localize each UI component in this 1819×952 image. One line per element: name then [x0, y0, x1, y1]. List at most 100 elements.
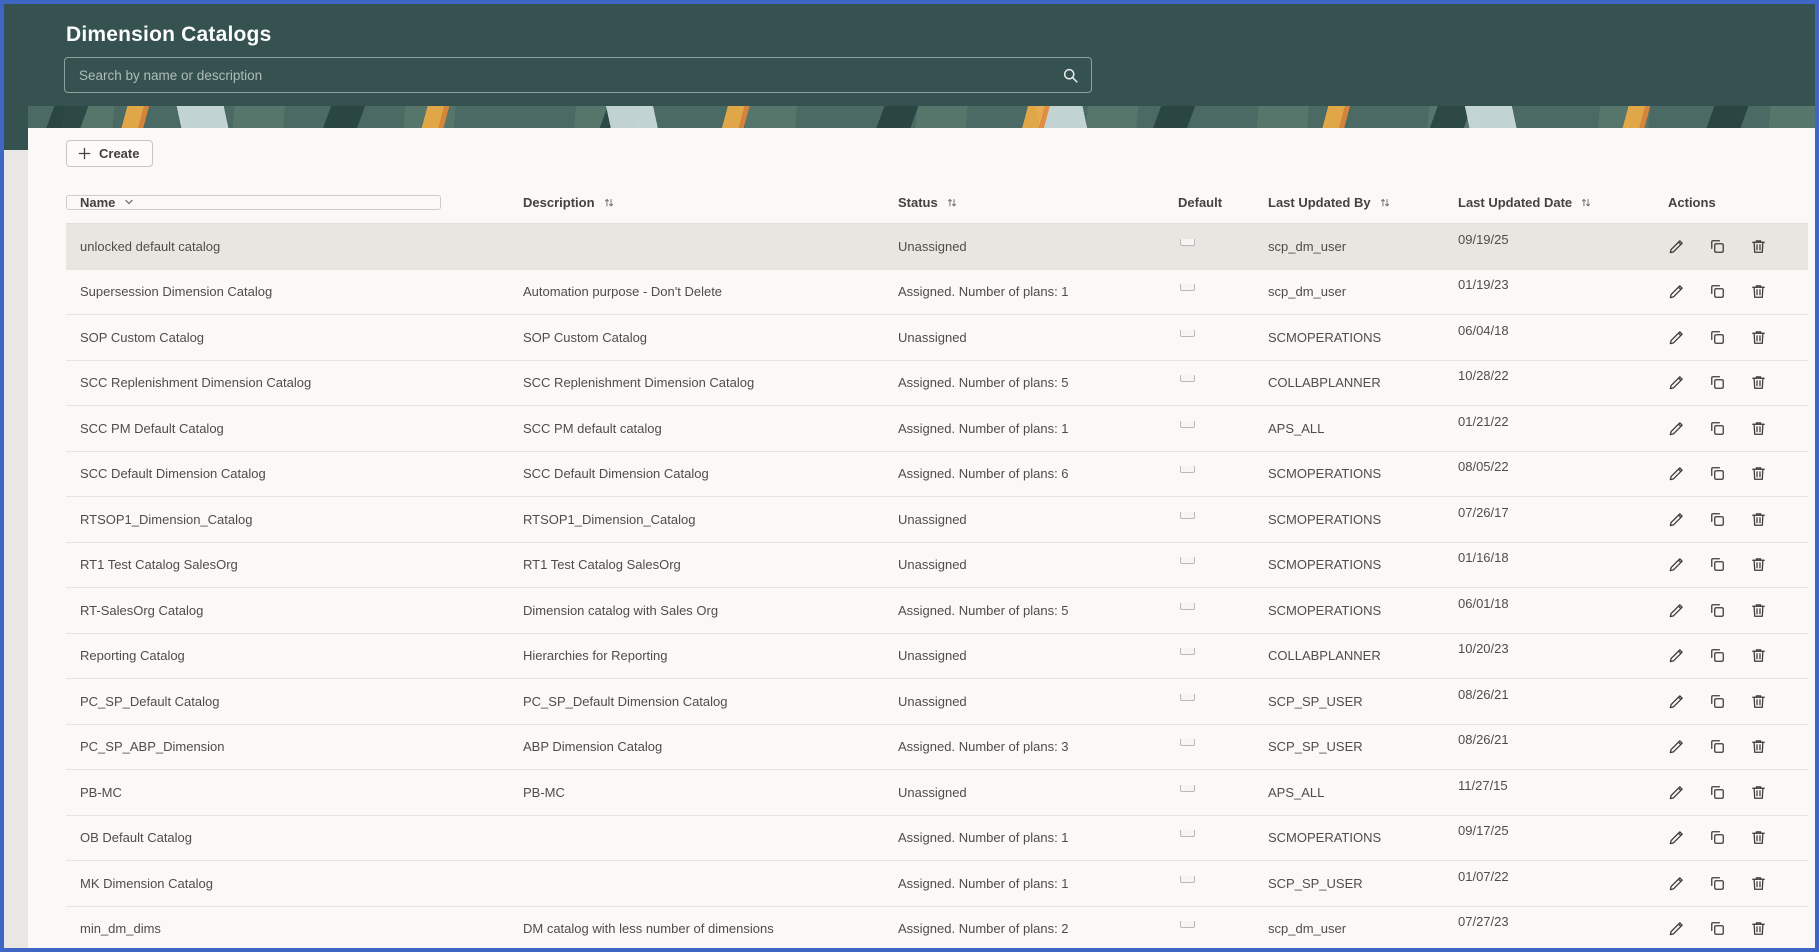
cell-name[interactable]: min_dm_dims — [66, 921, 509, 936]
duplicate-button[interactable] — [1709, 328, 1726, 346]
delete-button[interactable] — [1750, 465, 1767, 483]
cell-name[interactable]: Supersession Dimension Catalog — [66, 284, 509, 299]
default-checkbox[interactable] — [1180, 648, 1195, 656]
duplicate-button[interactable] — [1709, 692, 1726, 710]
cell-name[interactable]: PB-MC — [66, 785, 509, 800]
cell-name[interactable]: Reporting Catalog — [66, 648, 509, 663]
column-header-last-updated-date[interactable]: Last Updated Date — [1444, 195, 1654, 210]
default-checkbox[interactable] — [1180, 284, 1195, 292]
edit-button[interactable] — [1668, 510, 1685, 528]
default-checkbox[interactable] — [1180, 511, 1195, 519]
duplicate-button[interactable] — [1709, 647, 1726, 665]
cell-name[interactable]: RTSOP1_Dimension_Catalog — [66, 512, 509, 527]
table-row[interactable]: RT1 Test Catalog SalesOrg RT1 Test Catal… — [66, 541, 1808, 588]
sort-descending-icon[interactable] — [123, 196, 135, 208]
duplicate-button[interactable] — [1709, 237, 1726, 255]
edit-button[interactable] — [1668, 647, 1685, 665]
delete-button[interactable] — [1750, 692, 1767, 710]
default-checkbox[interactable] — [1180, 739, 1195, 747]
cell-name[interactable]: RT-SalesOrg Catalog — [66, 603, 509, 618]
column-header-name[interactable]: Name — [66, 194, 509, 210]
search-input[interactable] — [65, 67, 1062, 83]
edit-button[interactable] — [1668, 783, 1685, 801]
duplicate-button[interactable] — [1709, 419, 1726, 437]
default-checkbox[interactable] — [1180, 784, 1195, 792]
table-row[interactable]: SCC Default Dimension Catalog SCC Defaul… — [66, 450, 1808, 497]
table-row[interactable]: RTSOP1_Dimension_Catalog RTSOP1_Dimensio… — [66, 496, 1808, 542]
duplicate-button[interactable] — [1709, 874, 1726, 892]
cell-name[interactable]: MK Dimension Catalog — [66, 876, 509, 891]
cell-name[interactable]: SOP Custom Catalog — [66, 330, 509, 345]
delete-button[interactable] — [1750, 419, 1767, 437]
default-checkbox[interactable] — [1180, 921, 1195, 929]
delete-button[interactable] — [1750, 829, 1767, 847]
duplicate-button[interactable] — [1709, 283, 1726, 301]
default-checkbox[interactable] — [1180, 830, 1195, 838]
delete-button[interactable] — [1750, 510, 1767, 528]
delete-button[interactable] — [1750, 647, 1767, 665]
duplicate-button[interactable] — [1709, 783, 1726, 801]
delete-button[interactable] — [1750, 283, 1767, 301]
delete-button[interactable] — [1750, 601, 1767, 619]
default-checkbox[interactable] — [1180, 557, 1195, 565]
edit-button[interactable] — [1668, 328, 1685, 346]
delete-button[interactable] — [1750, 874, 1767, 892]
edit-button[interactable] — [1668, 374, 1685, 392]
table-row[interactable]: PC_SP_Default Catalog PC_SP_Default Dime… — [66, 678, 1808, 724]
delete-button[interactable] — [1750, 374, 1767, 392]
delete-button[interactable] — [1750, 783, 1767, 801]
column-header-description[interactable]: Description — [509, 195, 884, 210]
cell-name[interactable]: SCC Default Dimension Catalog — [66, 466, 509, 481]
cell-name[interactable]: PC_SP_Default Catalog — [66, 694, 509, 709]
delete-button[interactable] — [1750, 556, 1767, 574]
table-row[interactable]: MK Dimension Catalog Assigned. Number of… — [66, 860, 1808, 906]
edit-button[interactable] — [1668, 738, 1685, 756]
table-row[interactable]: unlocked default catalog Unassigned scp_… — [66, 223, 1808, 269]
default-checkbox[interactable] — [1180, 875, 1195, 883]
default-checkbox[interactable] — [1180, 602, 1195, 610]
table-row[interactable]: PB-MC PB-MC Unassigned APS_ALL 11/27/15 — [66, 769, 1808, 815]
column-header-last-updated-by[interactable]: Last Updated By — [1254, 195, 1444, 210]
table-row[interactable]: SCC Replenishment Dimension Catalog SCC … — [66, 359, 1808, 406]
edit-button[interactable] — [1668, 601, 1685, 619]
delete-button[interactable] — [1750, 920, 1767, 938]
cell-name[interactable]: RT1 Test Catalog SalesOrg — [66, 557, 509, 572]
default-checkbox[interactable] — [1180, 375, 1195, 383]
duplicate-button[interactable] — [1709, 829, 1726, 847]
column-header-status[interactable]: Status — [884, 195, 1164, 210]
delete-button[interactable] — [1750, 237, 1767, 255]
create-button[interactable]: Create — [66, 140, 154, 167]
delete-button[interactable] — [1750, 738, 1767, 756]
default-checkbox[interactable] — [1180, 693, 1195, 701]
search-icon[interactable] — [1062, 67, 1079, 84]
edit-button[interactable] — [1668, 283, 1685, 301]
edit-button[interactable] — [1668, 829, 1685, 847]
table-row[interactable]: Supersession Dimension Catalog Automatio… — [66, 268, 1808, 315]
sort-icon[interactable] — [946, 196, 958, 209]
edit-button[interactable] — [1668, 419, 1685, 437]
cell-name[interactable]: PC_SP_ABP_Dimension — [66, 739, 509, 754]
delete-button[interactable] — [1750, 328, 1767, 346]
table-row[interactable]: OB Default Catalog Assigned. Number of p… — [66, 814, 1808, 861]
default-checkbox[interactable] — [1180, 238, 1195, 246]
cell-name[interactable]: unlocked default catalog — [66, 239, 509, 254]
table-row[interactable]: SCC PM Default Catalog SCC PM default ca… — [66, 405, 1808, 451]
duplicate-button[interactable] — [1709, 738, 1726, 756]
default-checkbox[interactable] — [1180, 420, 1195, 428]
table-row[interactable]: PC_SP_ABP_Dimension ABP Dimension Catalo… — [66, 723, 1808, 770]
edit-button[interactable] — [1668, 874, 1685, 892]
sort-icon[interactable] — [1379, 196, 1391, 209]
duplicate-button[interactable] — [1709, 465, 1726, 483]
edit-button[interactable] — [1668, 237, 1685, 255]
duplicate-button[interactable] — [1709, 374, 1726, 392]
table-row[interactable]: min_dm_dims DM catalog with less number … — [66, 905, 1808, 949]
table-row[interactable]: RT-SalesOrg Catalog Dimension catalog wi… — [66, 587, 1808, 633]
default-checkbox[interactable] — [1180, 329, 1195, 337]
table-row[interactable]: Reporting Catalog Hierarchies for Report… — [66, 632, 1808, 679]
edit-button[interactable] — [1668, 692, 1685, 710]
default-checkbox[interactable] — [1180, 466, 1195, 474]
sort-icon[interactable] — [1580, 196, 1592, 209]
table-row[interactable]: SOP Custom Catalog SOP Custom Catalog Un… — [66, 314, 1808, 360]
duplicate-button[interactable] — [1709, 920, 1726, 938]
duplicate-button[interactable] — [1709, 556, 1726, 574]
